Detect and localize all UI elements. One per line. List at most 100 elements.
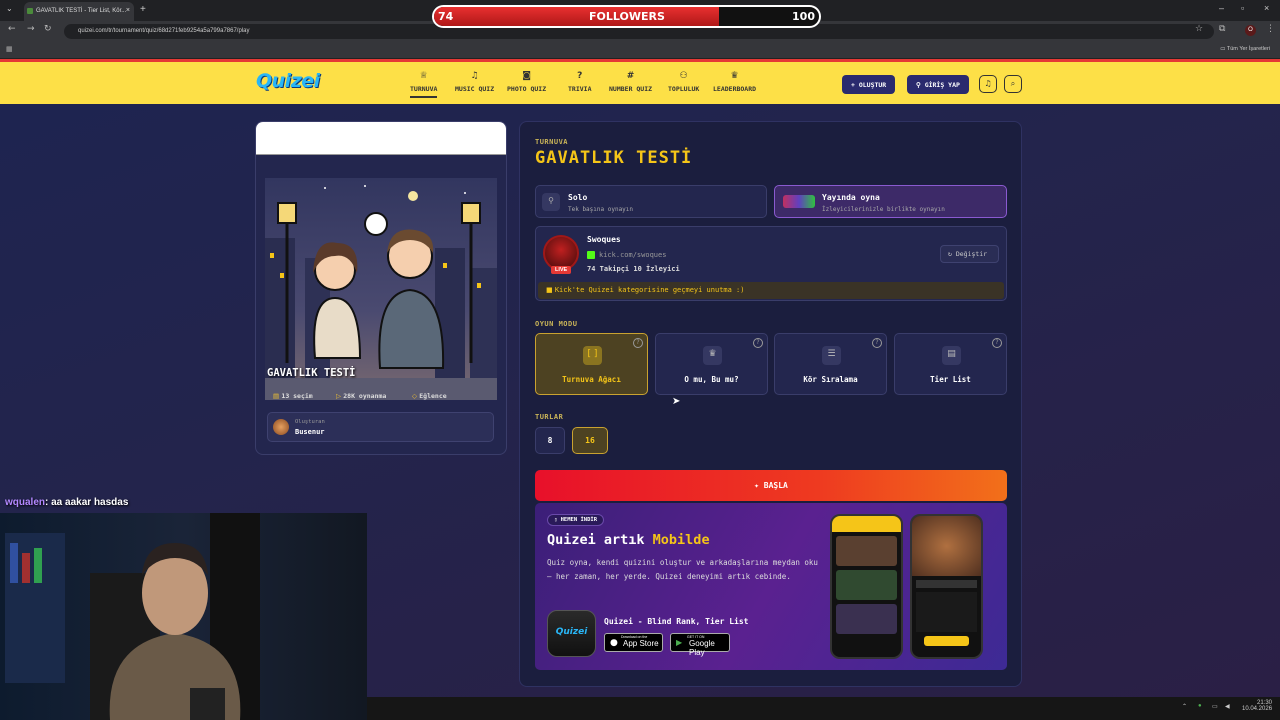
site-logo[interactable]: Quizei bbox=[256, 70, 320, 92]
new-tab-icon[interactable]: + bbox=[140, 4, 146, 15]
quiz-card-top-strip bbox=[256, 122, 506, 155]
download-badge-label: HEMEN İNDİR bbox=[560, 517, 598, 523]
nav-photo-quiz[interactable]: ◙ PHOTO QUIZ bbox=[507, 71, 546, 93]
round-8[interactable]: 8 bbox=[535, 427, 565, 454]
nav-topluluk[interactable]: ⚇ TOPLULUK bbox=[668, 71, 699, 93]
help-icon[interactable]: ? bbox=[633, 338, 643, 348]
login-button[interactable]: ⚲ GİRİŞ YAP bbox=[907, 75, 969, 94]
section-label: TURNUVA bbox=[535, 138, 569, 146]
volume-icon[interactable]: ◀ bbox=[1225, 703, 1230, 710]
kick-icon bbox=[587, 251, 595, 259]
back-icon[interactable]: ← bbox=[8, 24, 16, 34]
mode-label: OYUN MODU bbox=[535, 320, 578, 328]
round-16[interactable]: 16 bbox=[572, 427, 608, 454]
category-value: Eğlence bbox=[419, 392, 447, 400]
app-store-button[interactable]: ● Download on the App Store bbox=[604, 633, 663, 652]
change-streamer-button[interactable]: ↻ Değiştir bbox=[940, 245, 999, 263]
profile-avatar[interactable]: O bbox=[1245, 25, 1256, 36]
tray-chevron-icon[interactable]: ⌃ bbox=[1182, 703, 1187, 710]
close-tab-icon[interactable]: × bbox=[126, 7, 130, 14]
browser-menu-icon[interactable]: ⋮ bbox=[1266, 24, 1275, 34]
clock[interactable]: 21:30 10.04.2026 bbox=[1242, 700, 1272, 712]
create-button-label: OLUŞTUR bbox=[858, 81, 887, 89]
nav-label: PHOTO QUIZ bbox=[507, 85, 547, 93]
folder-icon: ▭ bbox=[1220, 46, 1227, 52]
live-badge: LIVE bbox=[551, 266, 572, 274]
all-bookmarks-link[interactable]: ▭ Tüm Yer İşaretleri bbox=[1220, 46, 1270, 52]
medal-icon: ♛ bbox=[730, 71, 739, 81]
chat-text: : aa aakar hasdas bbox=[45, 497, 129, 508]
nav-leaderboard[interactable]: ♛ LEADERBOARD bbox=[713, 71, 756, 93]
user-icon: ⚲ bbox=[542, 193, 560, 211]
google-play-small-text: GET IT ON bbox=[687, 635, 705, 639]
creator-name: Busenur bbox=[295, 428, 325, 436]
reload-icon[interactable]: ↻ bbox=[44, 24, 52, 34]
restore-icon[interactable]: ▫ bbox=[1241, 3, 1244, 13]
start-button[interactable]: ✦ BAŞLA bbox=[535, 470, 1007, 501]
network-icon[interactable]: ▭ bbox=[1212, 703, 1218, 710]
mode-label-text: Kör Sıralama bbox=[803, 375, 858, 384]
extensions-icon[interactable]: ⧉ bbox=[1219, 24, 1225, 34]
nav-trivia[interactable]: ? TRIVIA bbox=[568, 71, 591, 93]
table-icon: ▤ bbox=[942, 346, 961, 365]
choices-stat: ▤ 13 seçim bbox=[273, 392, 313, 400]
page-title: GAVATLIK TESTİ bbox=[535, 148, 693, 168]
creator-label: Oluşturan bbox=[295, 419, 325, 425]
kick-notice-text: Kick'te Quizei kategorisine geçmeyi unut… bbox=[554, 286, 745, 294]
nav-label: LEADERBOARD bbox=[713, 85, 757, 93]
apps-grid-icon[interactable]: ▦ bbox=[6, 45, 13, 53]
mode-label-text: Turnuva Ağacı bbox=[562, 375, 621, 384]
help-icon[interactable]: ? bbox=[992, 338, 1002, 348]
help-icon[interactable]: ? bbox=[753, 338, 763, 348]
nav-label: TURNUVA bbox=[410, 85, 438, 93]
user-icon: ⚲ bbox=[916, 81, 925, 89]
mode-tournament[interactable]: [ ] ? Turnuva Ağacı bbox=[535, 333, 648, 395]
followers-progress-fill bbox=[434, 7, 719, 26]
refresh-icon: ↻ bbox=[948, 250, 956, 258]
trophy-icon: ♕ bbox=[419, 71, 428, 81]
mode-label-text: O mu, Bu mu? bbox=[684, 375, 739, 384]
tab-list-icon[interactable]: ⌄ bbox=[6, 4, 13, 13]
mode-tier-list[interactable]: ▤ ? Tier List bbox=[894, 333, 1007, 395]
rounds-label: TURLAR bbox=[535, 413, 564, 421]
plus-icon: + bbox=[851, 81, 859, 89]
live-title: Yayında oyna bbox=[822, 193, 880, 202]
tab-title: GAVATLIK TESTİ - Tier List, Kör... bbox=[36, 8, 127, 14]
live-option[interactable]: Yayında oyna İzleyicilerinizle birlikte … bbox=[774, 185, 1007, 218]
mouse-cursor-icon: ➤ bbox=[672, 396, 681, 407]
nav-label: MUSIC QUIZ bbox=[455, 85, 495, 93]
creator-avatar bbox=[273, 419, 289, 435]
create-button[interactable]: + OLUŞTUR bbox=[842, 75, 896, 94]
app-name: Quizei - Blind Rank, Tier List bbox=[604, 617, 749, 626]
promo-description: Quiz oyna, kendi quizini oluştur ve arka… bbox=[547, 558, 818, 581]
nav-number-quiz[interactable]: # NUMBER QUIZ bbox=[609, 71, 652, 93]
users-icon: ⚇ bbox=[679, 71, 688, 81]
app-store-small-text: Download on the bbox=[621, 635, 648, 639]
bookmark-star-icon[interactable]: ☆ bbox=[1195, 24, 1203, 34]
help-icon[interactable]: ? bbox=[872, 338, 882, 348]
browser-tab[interactable]: GAVATLIK TESTİ - Tier List, Kör... × bbox=[24, 2, 134, 21]
minimize-icon[interactable]: – bbox=[1219, 3, 1224, 13]
forward-icon[interactable]: → bbox=[27, 24, 35, 34]
google-play-button[interactable]: ▶ GET IT ON Google Play bbox=[670, 633, 730, 657]
streamer-channel: kick.com/swoques bbox=[599, 251, 667, 259]
search-icon[interactable]: ⌕ bbox=[1004, 75, 1022, 93]
nav-label: NUMBER QUIZ bbox=[609, 85, 653, 93]
kick-notice: ■ Kick'te Quizei kategorisine geçmeyi un… bbox=[538, 282, 1004, 299]
mic-icon[interactable]: ● bbox=[1198, 703, 1202, 709]
change-button-label: Değiştir bbox=[955, 250, 988, 258]
bookmarks-bar bbox=[0, 41, 1280, 59]
nav-music-quiz[interactable]: ♫ MUSIC QUIZ bbox=[455, 71, 494, 93]
notification-bell-icon[interactable]: ♫ bbox=[979, 75, 997, 93]
platforms-icon bbox=[783, 195, 815, 208]
choices-value: 13 seçim bbox=[281, 392, 313, 400]
nav-turnuva[interactable]: ♕ TURNUVA bbox=[410, 71, 438, 98]
mode-this-or-that[interactable]: ♛ ? O mu, Bu mu? bbox=[655, 333, 768, 395]
nav-label: TOPLULUK bbox=[668, 85, 700, 93]
mode-blind-rank[interactable]: ☰ ? Kör Sıralama bbox=[774, 333, 887, 395]
solo-option[interactable]: ⚲ Solo Tek başına oynayın bbox=[535, 185, 767, 218]
close-window-icon[interactable]: × bbox=[1264, 3, 1269, 13]
chat-message: wqualen: aa aakar hasdas bbox=[5, 497, 128, 508]
creator-box[interactable] bbox=[267, 412, 494, 442]
quiz-card-title: GAVATLIK TESTİ bbox=[267, 367, 356, 379]
